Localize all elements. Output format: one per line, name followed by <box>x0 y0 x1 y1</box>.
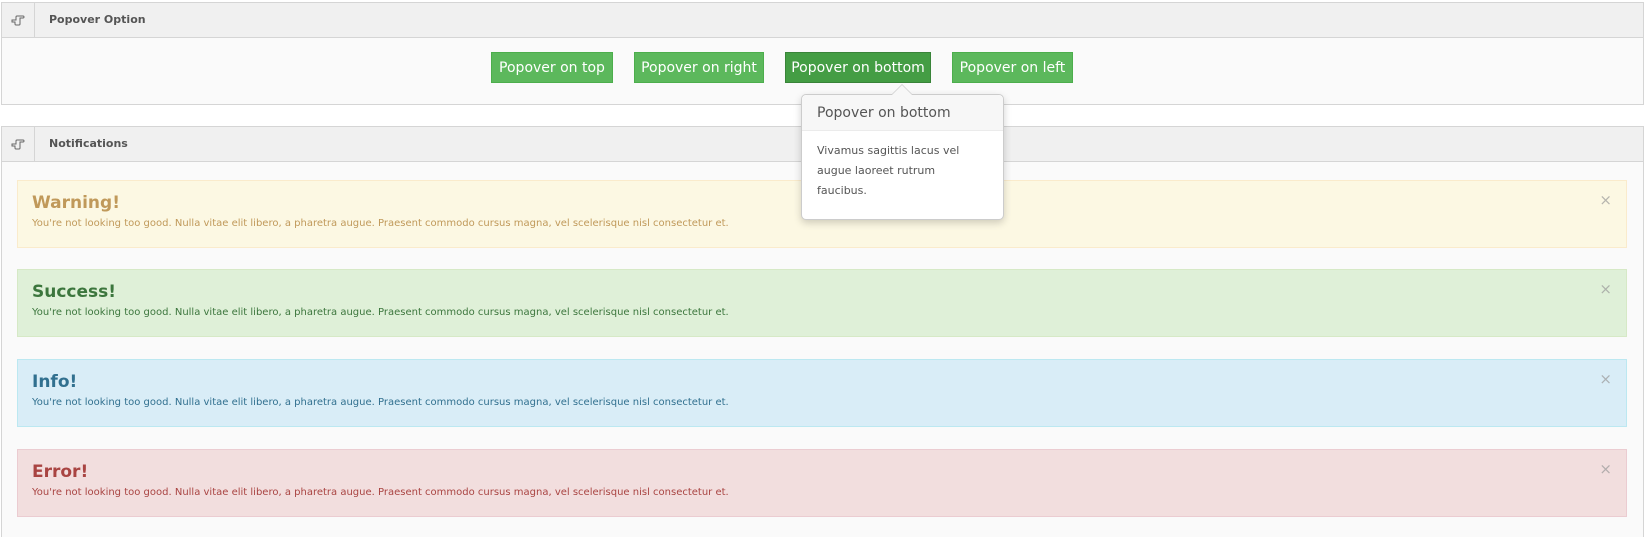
error-alert: Error! You're not looking too good. Null… <box>17 449 1627 517</box>
popover-right-button[interactable]: Popover on right <box>634 52 764 83</box>
alert-title: Warning! <box>32 193 120 213</box>
panel-header: Popover Option <box>2 3 1643 38</box>
panel-title: Popover Option <box>49 13 146 26</box>
alert-text: You're not looking too good. Nulla vitae… <box>32 487 729 498</box>
alert-text: You're not looking too good. Nulla vitae… <box>32 307 729 318</box>
close-icon[interactable]: × <box>1599 370 1612 388</box>
alert-title: Error! <box>32 462 89 482</box>
popover-bottom-button[interactable]: Popover on bottom <box>785 52 931 83</box>
hand-pointer-icon <box>2 127 35 161</box>
alert-title: Success! <box>32 282 117 302</box>
popover-title: Popover on bottom <box>802 95 1003 131</box>
popover-content: Vivamus sagittis lacus vel augue laoreet… <box>817 144 960 197</box>
panel-title: Notifications <box>49 137 128 150</box>
close-icon[interactable]: × <box>1599 280 1612 298</box>
info-alert: Info! You're not looking too good. Nulla… <box>17 359 1627 427</box>
popover-top-button[interactable]: Popover on top <box>491 52 613 83</box>
popover-arrow-inner <box>892 85 912 95</box>
close-icon[interactable]: × <box>1599 191 1612 209</box>
alert-text: You're not looking too good. Nulla vitae… <box>32 218 729 229</box>
popover-bottom: Popover on bottom Vivamus sagittis lacus… <box>801 84 1004 220</box>
alert-text: You're not looking too good. Nulla vitae… <box>32 397 729 408</box>
hand-pointer-icon <box>2 3 35 37</box>
alert-title: Info! <box>32 372 78 392</box>
close-icon[interactable]: × <box>1599 460 1612 478</box>
popover-left-button[interactable]: Popover on left <box>952 52 1073 83</box>
success-alert: Success! You're not looking too good. Nu… <box>17 269 1627 337</box>
